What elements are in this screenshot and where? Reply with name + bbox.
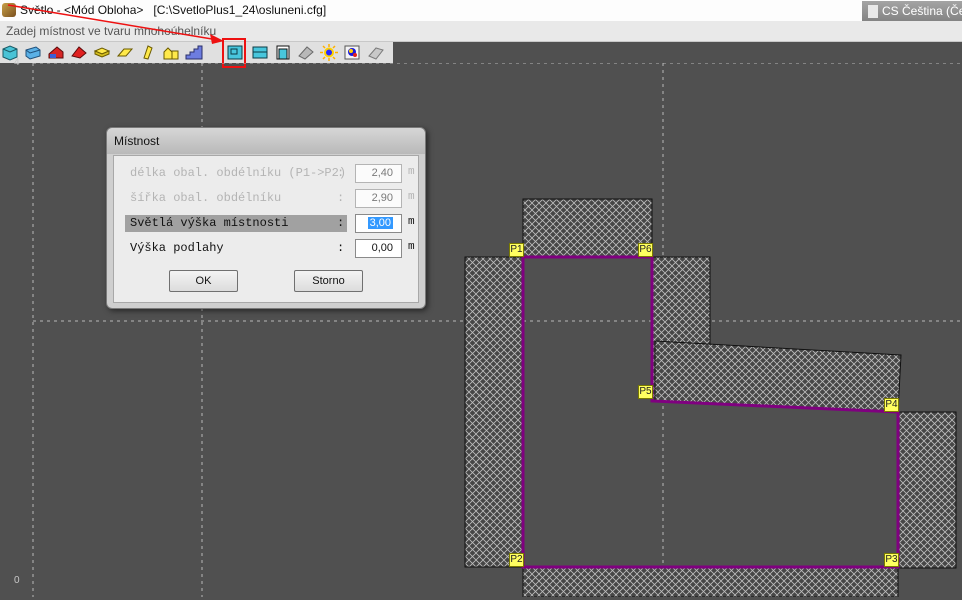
- door-icon[interactable]: [274, 44, 292, 61]
- cancel-button[interactable]: Storno: [294, 270, 363, 292]
- light-source-icon[interactable]: [343, 44, 361, 61]
- dialog-body: délka obal. obdélníku (P1->P2) : 2,40 m …: [113, 155, 419, 303]
- width-colon: :: [337, 191, 345, 205]
- dialog-title: Místnost: [114, 134, 160, 148]
- room-dialog: Místnost délka obal. obdélníku (P1->P2) …: [106, 127, 426, 309]
- floor-height-field[interactable]: 0,00: [355, 239, 402, 258]
- clear-height-unit: m: [408, 216, 415, 228]
- length-label: délka obal. obdélníku (P1->P2): [130, 166, 347, 180]
- app-icon[interactable]: [2, 3, 16, 17]
- column-yellow-icon[interactable]: [139, 44, 157, 61]
- title-bar: Světlo - <Mód Obloha> [C:\SvetloPlus1_24…: [0, 0, 962, 22]
- slab-yellow-icon[interactable]: [93, 44, 111, 61]
- prompt-bar: Zadej místnost ve tvaru mnohoúhelníku: [0, 21, 962, 42]
- dialog-title-bar[interactable]: Místnost: [107, 128, 425, 154]
- plane-yellow-icon[interactable]: [116, 44, 134, 61]
- point-label-p1[interactable]: P1: [509, 243, 524, 257]
- clear-height-label: Světlá výška místnosti: [125, 215, 347, 232]
- sun-icon[interactable]: [320, 44, 338, 61]
- length-colon: :: [337, 166, 345, 180]
- prompt-text: Zadej místnost ve tvaru mnohoúhelníku: [6, 24, 217, 38]
- box-3d-blue-icon[interactable]: [24, 44, 42, 61]
- point-label-p5[interactable]: P5: [638, 385, 653, 399]
- roof-red-icon[interactable]: [70, 44, 88, 61]
- axis-label-bottom: 0: [14, 575, 20, 586]
- clear-height-field[interactable]: 3,00: [355, 214, 402, 233]
- toolbar: [0, 42, 393, 63]
- length-field[interactable]: 2,40: [355, 164, 402, 183]
- length-unit: m: [408, 166, 415, 178]
- point-label-p3[interactable]: P3: [884, 553, 899, 567]
- point-label-p6[interactable]: P6: [638, 243, 653, 257]
- point-label-p2[interactable]: P2: [509, 553, 524, 567]
- ok-button[interactable]: OK: [169, 270, 238, 292]
- width-field[interactable]: 2,90: [355, 189, 402, 208]
- diamond-grey-icon[interactable]: [367, 44, 385, 61]
- window-icon[interactable]: [251, 44, 269, 61]
- language-indicator[interactable]: CS Čeština (Če: [862, 1, 962, 22]
- building-yellow-icon[interactable]: [162, 44, 180, 61]
- clear-height-value: 3,00: [367, 217, 393, 229]
- floor-height-colon: :: [337, 241, 345, 255]
- point-label-p4[interactable]: P4: [884, 398, 899, 412]
- house-red-icon[interactable]: [47, 44, 65, 61]
- width-label: šířka obal. obdélníku: [130, 191, 282, 205]
- width-unit: m: [408, 191, 415, 203]
- floor-height-unit: m: [408, 241, 415, 253]
- floor-height-label: Výška podlahy: [130, 241, 224, 255]
- clear-height-colon: :: [337, 216, 345, 230]
- stairs-blue-icon[interactable]: [185, 44, 203, 61]
- window-title: Světlo - <Mód Obloha> [C:\SvetloPlus1_24…: [20, 3, 327, 17]
- walls: [464, 198, 957, 598]
- axis-label-top: 4: [14, 57, 20, 68]
- eraser-grey-icon[interactable]: [297, 44, 315, 61]
